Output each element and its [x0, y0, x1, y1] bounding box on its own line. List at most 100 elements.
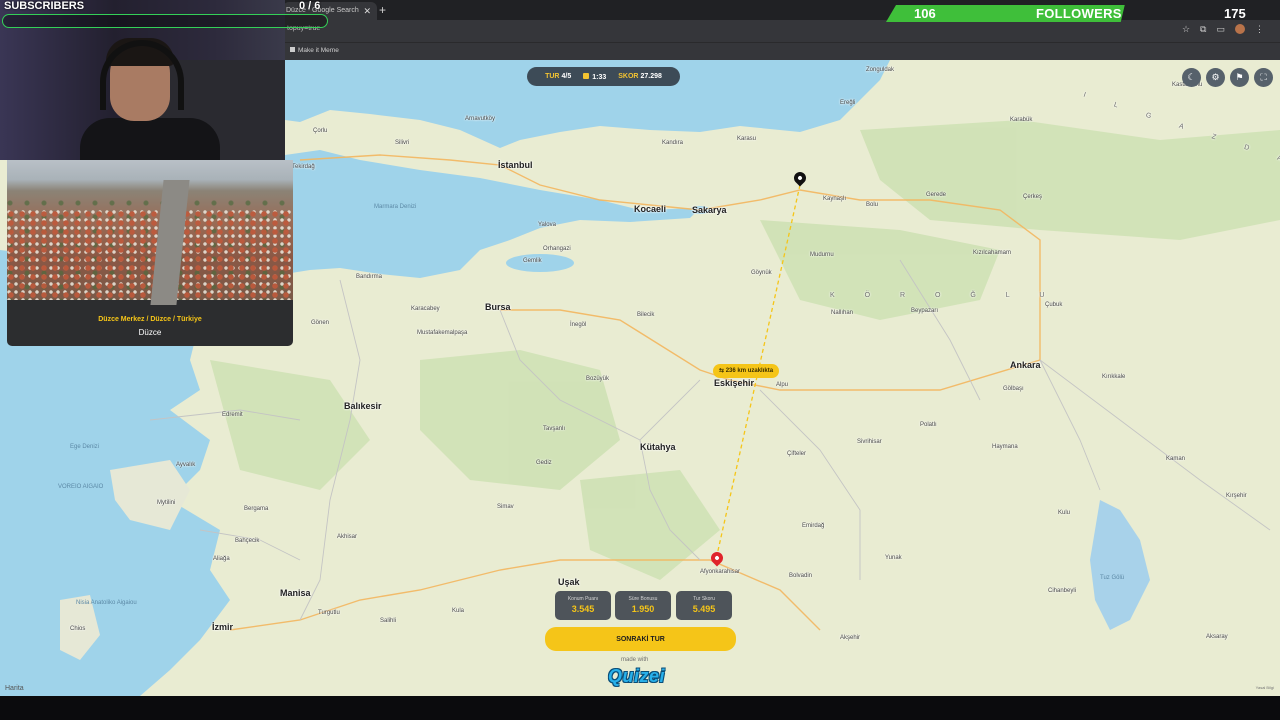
place-label[interactable]: Kırıkkale [1102, 374, 1125, 380]
bookmark-item[interactable]: Make it Meme [290, 47, 339, 54]
place-label[interactable]: Bolvadin [789, 573, 812, 579]
region-label: K Ö R O Ğ L U [830, 292, 1059, 299]
place-label[interactable]: Bergama [244, 506, 268, 512]
place-label[interactable]: Polatlı [920, 422, 937, 428]
place-label[interactable]: Haymana [992, 444, 1018, 450]
place-label[interactable]: Aksaray [1206, 634, 1228, 640]
place-label[interactable]: Kızılcahamam [973, 250, 1011, 256]
cast-icon[interactable]: ▭ [1216, 24, 1225, 35]
place-label[interactable]: Beypazarı [911, 308, 938, 314]
extensions-icon[interactable]: ⧉ [1200, 24, 1206, 35]
place-label[interactable]: Bahçecik [235, 538, 259, 544]
score-card-label: Konum Puanı [567, 596, 599, 602]
place-label[interactable]: Afyonkarahisar [700, 569, 740, 575]
place-label[interactable]: Bilecik [637, 312, 654, 318]
place-label[interactable]: Simav [497, 504, 514, 510]
flag-icon[interactable]: ⚑ [1230, 68, 1249, 87]
score-label: SKOR [618, 73, 639, 80]
place-label[interactable]: Kaman [1166, 456, 1185, 462]
place-label[interactable]: Kandıra [662, 140, 683, 146]
place-label[interactable]: Uşak [558, 577, 580, 587]
place-label[interactable]: Gemlik [523, 258, 542, 264]
followers-goal: 175 [1224, 6, 1246, 21]
place-label[interactable]: Akşehir [840, 635, 860, 641]
place-label[interactable]: Gerede [926, 192, 946, 198]
place-label[interactable]: Manisa [280, 588, 311, 598]
place-label[interactable]: Çifteler [787, 451, 806, 457]
place-label[interactable]: Tavşanlı [543, 426, 565, 432]
screen: Düzce - Google Search ✕ + topuy=true ☆ ⧉… [0, 0, 1280, 720]
profile-avatar[interactable] [1235, 24, 1245, 34]
place-label[interactable]: Cihanbeyli [1048, 588, 1076, 594]
place-label[interactable]: Göynük [751, 270, 772, 276]
place-label[interactable]: Karabük [1010, 117, 1032, 123]
menu-icon[interactable]: ⋮ [1255, 24, 1264, 35]
place-label[interactable]: Orhangazi [543, 246, 571, 252]
place-label[interactable]: Turgutlu [318, 610, 340, 616]
timer-icon [583, 72, 590, 79]
place-label[interactable]: Çubuk [1045, 302, 1062, 308]
place-label[interactable]: Ereğli [840, 100, 855, 106]
place-label[interactable]: Kocaeli [634, 204, 666, 214]
settings-icon[interactable]: ⚙ [1206, 68, 1225, 87]
place-label[interactable]: Silivri [395, 140, 409, 146]
tab-close-icon[interactable]: ✕ [363, 2, 371, 20]
place-label[interactable]: Mustafakemalpaşa [417, 330, 467, 336]
place-label[interactable]: Eskişehir [714, 378, 754, 388]
place-label[interactable]: Mytilini [157, 500, 175, 506]
place-label[interactable]: Sakarya [692, 205, 727, 215]
place-label[interactable]: Mudurnu [810, 252, 834, 258]
place-label[interactable]: Gönen [311, 320, 329, 326]
bookmark-label: Make it Meme [298, 47, 339, 54]
place-label[interactable]: Karacabey [411, 306, 440, 312]
place-label[interactable]: Gediz [536, 460, 552, 466]
place-label[interactable]: Karasu [737, 136, 756, 142]
place-label[interactable]: İnegöl [570, 322, 586, 328]
place-label[interactable]: Akhisar [337, 534, 357, 540]
place-label[interactable]: Bursa [485, 302, 511, 312]
place-label[interactable]: Aliağa [213, 556, 230, 562]
place-label[interactable]: Edremit [222, 412, 243, 418]
place-label[interactable]: Emirdağ [802, 523, 824, 529]
map-attribution[interactable]: Harita [5, 685, 24, 692]
place-label[interactable]: Chios [70, 626, 85, 632]
fullscreen-icon[interactable]: ⛶ [1254, 68, 1273, 87]
place-label[interactable]: Çorlu [313, 128, 327, 134]
subscribers-label: SUBSCRIBERS [4, 0, 85, 12]
place-label[interactable]: Kırşehir [1226, 493, 1247, 499]
place-label[interactable]: Yunak [885, 555, 902, 561]
app-logo[interactable]: Quizei [608, 666, 665, 687]
new-tab-icon[interactable]: + [379, 1, 386, 19]
place-label[interactable]: Kaynaşlı [823, 196, 846, 202]
place-label[interactable]: Gölbaşı [1003, 386, 1024, 392]
next-round-button[interactable]: SONRAKİ TUR [545, 627, 736, 651]
place-label[interactable]: Sivrihisar [857, 439, 882, 445]
place-label[interactable]: Nallıhan [831, 310, 853, 316]
place-label[interactable]: Ayvalık [176, 462, 195, 468]
star-icon[interactable]: ☆ [1182, 24, 1190, 35]
legal-link[interactable]: Yasal Bilgi [1256, 685, 1274, 690]
browser-actions: ☆ ⧉ ▭ ⋮ [1182, 24, 1264, 35]
place-label[interactable]: Salihli [380, 618, 396, 624]
place-label[interactable]: Bozüyük [586, 376, 609, 382]
location-path: Düzce Merkez / Düzce / Türkiye [98, 316, 202, 323]
subscribers-progress-bar [2, 14, 328, 28]
place-label[interactable]: İzmir [212, 622, 233, 632]
place-label[interactable]: Ankara [1010, 360, 1041, 370]
place-label[interactable]: Bandırma [356, 274, 382, 280]
place-label[interactable]: Kulu [1058, 510, 1070, 516]
place-label[interactable]: Yalova [538, 222, 556, 228]
place-label[interactable]: Tekirdağ [292, 164, 315, 170]
followers-bar: 106 FOLLOWERS 175 [886, 5, 1280, 22]
dark-mode-icon[interactable]: ☾ [1182, 68, 1201, 87]
round-info: TUR 4/5 [545, 73, 571, 80]
place-label[interactable]: Arnavutköy [465, 116, 495, 122]
place-label[interactable]: Kütahya [640, 442, 676, 452]
place-label[interactable]: Çerkeş [1023, 194, 1042, 200]
place-label[interactable]: Balıkesir [344, 401, 382, 411]
place-label[interactable]: İstanbul [498, 160, 533, 170]
place-label[interactable]: Zonguldak [866, 67, 894, 73]
place-label[interactable]: Bolu [866, 202, 878, 208]
place-label[interactable]: Alpu [776, 382, 788, 388]
place-label[interactable]: Kula [452, 608, 464, 614]
